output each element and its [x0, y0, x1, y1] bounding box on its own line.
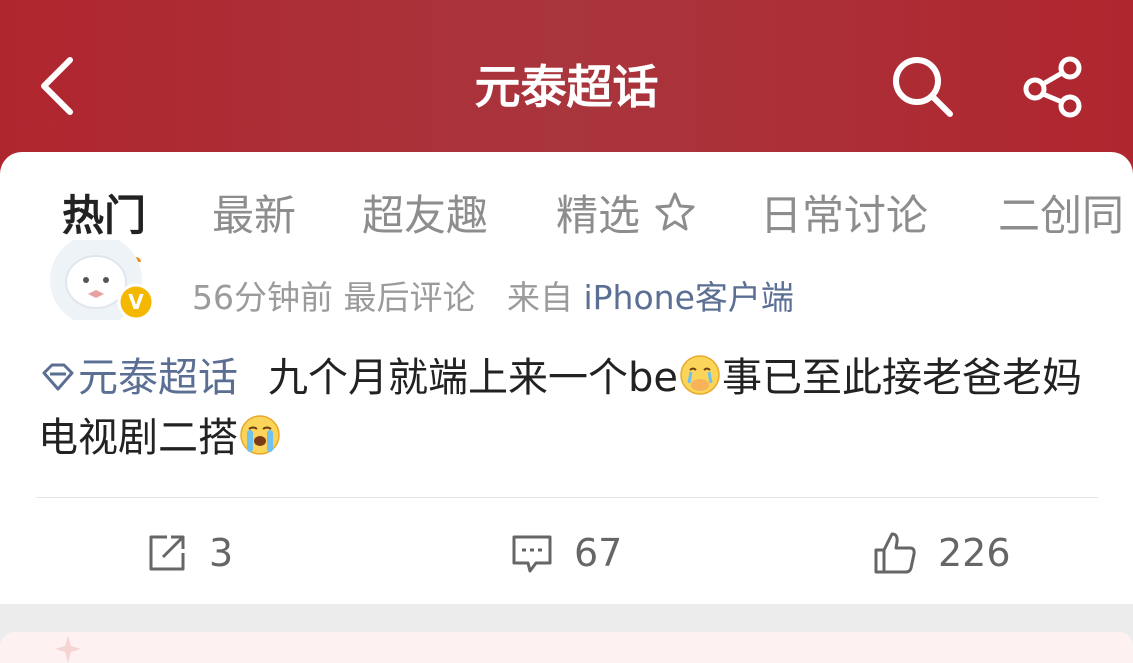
- post-text-part1: 九个月就端上来一个be: [268, 355, 678, 401]
- loudly-crying-emoji-icon: [240, 415, 280, 455]
- tab-hot[interactable]: 热门: [62, 190, 146, 242]
- tab-latest[interactable]: 最新: [212, 190, 296, 242]
- avatar[interactable]: V: [38, 240, 158, 320]
- like-button[interactable]: 226: [872, 528, 1011, 578]
- post-time: 56分钟前: [192, 278, 333, 317]
- like-count: 226: [938, 531, 1011, 575]
- svg-text:V: V: [128, 290, 144, 314]
- share-icon: [1023, 56, 1082, 118]
- top-bar: 元泰超话: [0, 0, 1133, 175]
- tab-featured-label: 精选: [556, 191, 641, 240]
- share-button[interactable]: [1018, 52, 1088, 122]
- tab-fan-creation[interactable]: 二创同: [998, 190, 1124, 242]
- next-post-card: [0, 632, 1133, 663]
- repost-button[interactable]: 3: [145, 528, 233, 578]
- post-content[interactable]: 元泰超话 九个月就端上来一个be 事已至此接老爸老妈电视剧二搭: [38, 348, 1098, 468]
- search-icon: [893, 57, 953, 117]
- topic-diamond-icon: [42, 363, 74, 391]
- topic-label: 元泰超话: [78, 355, 238, 401]
- post-meta: 56分钟前 最后评论 来自 iPhone客户端: [192, 276, 794, 320]
- sparkle-icon: [55, 636, 81, 663]
- post-source[interactable]: iPhone客户端: [583, 278, 793, 317]
- tab-bar: 热门 最新 超友趣 精选 日常讨论 二创同: [0, 152, 1133, 262]
- crying-covering-mouth-emoji-icon: [680, 355, 720, 395]
- comment-count: 67: [574, 531, 623, 575]
- comment-button[interactable]: 67: [510, 528, 622, 578]
- tab-featured[interactable]: 精选: [556, 190, 697, 242]
- last-comment-label: 最后评论: [343, 278, 476, 317]
- divider: [36, 497, 1098, 498]
- comment-icon: [512, 535, 552, 573]
- tab-friends-fun[interactable]: 超友趣: [362, 190, 488, 242]
- star-icon: [655, 192, 695, 231]
- verified-badge-icon: V: [117, 283, 155, 320]
- page-title: 元泰超话: [474, 60, 659, 114]
- tab-daily-discussion[interactable]: 日常讨论: [760, 190, 928, 242]
- repost-count: 3: [209, 531, 234, 575]
- repost-icon: [149, 535, 185, 571]
- from-label: 来自: [506, 278, 573, 317]
- topic-link[interactable]: 元泰超话: [38, 355, 238, 401]
- search-button[interactable]: [888, 52, 956, 120]
- thumbs-up-icon: [874, 532, 916, 574]
